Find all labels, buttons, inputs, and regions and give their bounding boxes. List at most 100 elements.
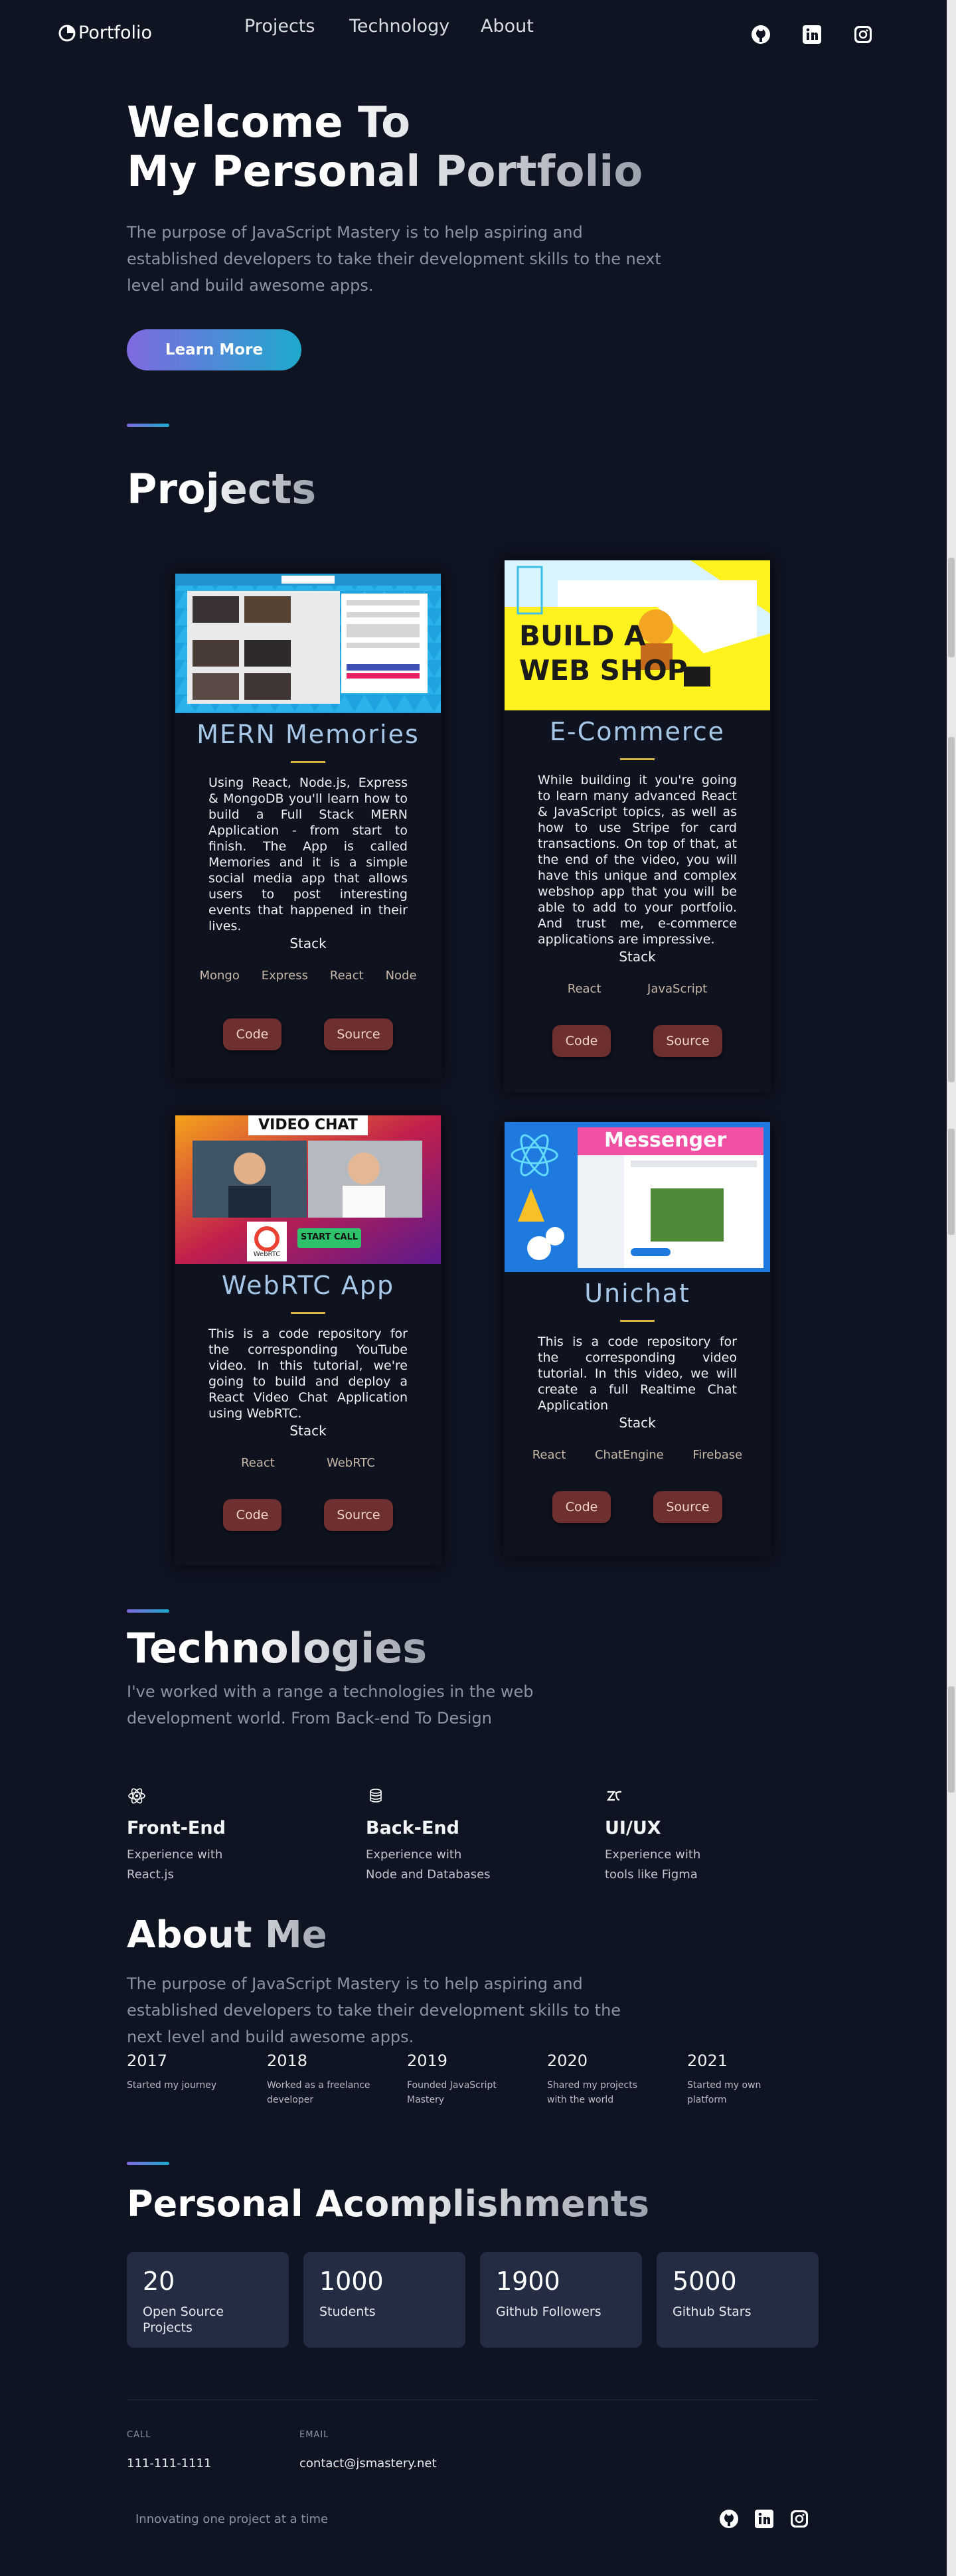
tech-desc-line: tools like Figma xyxy=(605,1868,698,1882)
footer-email-link[interactable]: contact@jsmastery.net xyxy=(299,2456,437,2470)
title-underline xyxy=(291,1312,325,1314)
banner-text-line2: WEB SHOP xyxy=(519,654,688,686)
project-description: Using React, Node.js, Express & MongoDB … xyxy=(208,775,408,933)
code-button[interactable]: Code xyxy=(552,1491,611,1523)
project-title: MERN Memories xyxy=(197,720,420,749)
banner-title: VIDEO CHAT xyxy=(258,1117,358,1133)
linkedin-icon[interactable] xyxy=(801,24,823,45)
project-description: This is a code repository for the corres… xyxy=(538,1334,737,1413)
timeline-text: Started my journey xyxy=(127,2080,217,2091)
instagram-icon[interactable] xyxy=(852,24,874,45)
page-scrollbar[interactable] xyxy=(947,0,956,2576)
project-title: E-Commerce xyxy=(550,717,725,746)
stat-number: 1900 xyxy=(496,2267,560,2296)
tech-item-uiux: UI/UX Experience with tools like Figma xyxy=(605,1786,700,1885)
tag: JavaScript xyxy=(647,982,708,996)
project-description: While building it you're going to learn … xyxy=(538,773,737,947)
section-divider xyxy=(127,2162,169,2165)
timeline-year: 2020 xyxy=(547,2052,588,2070)
site-logo[interactable]: Portfolio xyxy=(58,23,152,43)
code-button[interactable]: Code xyxy=(223,1018,281,1050)
timeline-year: 2019 xyxy=(407,2052,448,2070)
tag: Mongo xyxy=(199,969,240,983)
accomplishments-heading: Personal Acomplishments xyxy=(127,2183,649,2225)
tag-list: Mongo Express React Node xyxy=(175,969,441,983)
scrollbar-thumb[interactable] xyxy=(948,1,955,2)
banner-text-line1: BUILD A xyxy=(519,619,646,652)
stat-number: 5000 xyxy=(673,2267,737,2296)
tech-description: Experience with React.js xyxy=(127,1845,226,1885)
github-icon[interactable] xyxy=(718,2508,740,2530)
tag: React xyxy=(567,982,601,996)
github-icon[interactable] xyxy=(750,24,771,45)
stat-label: Github Stars xyxy=(673,2304,752,2319)
stat-label: Open Source Projects xyxy=(143,2304,224,2335)
footer-divider xyxy=(127,2399,817,2400)
hero-description: The purpose of JavaScript Mastery is to … xyxy=(127,223,661,295)
stat-number: 1000 xyxy=(319,2267,384,2296)
scrollbar-thumb[interactable] xyxy=(948,558,955,657)
tag: React xyxy=(329,969,364,983)
project-title: Unichat xyxy=(584,1279,690,1308)
learn-more-button[interactable]: Learn More xyxy=(127,329,301,370)
tag-list: React JavaScript xyxy=(505,982,770,996)
code-button[interactable]: Code xyxy=(552,1025,611,1057)
stat-label: Students xyxy=(319,2304,376,2319)
project-card: MERN Memories Using React, Node.js, Expr… xyxy=(175,574,441,1078)
tech-title: Back-End xyxy=(366,1818,459,1838)
linkedin-icon[interactable] xyxy=(754,2508,775,2530)
tech-description: Experience with Node and Databases xyxy=(366,1845,491,1885)
source-button[interactable]: Source xyxy=(653,1491,722,1523)
project-image-webrtc: VIDEO CHAT START CALL WebRTC xyxy=(175,1115,441,1264)
timeline-year: 2018 xyxy=(267,2052,308,2070)
card-buttons: Code Source xyxy=(505,1025,770,1057)
footer-phone-link[interactable]: 111-111-1111 xyxy=(127,2456,212,2470)
tech-item-backend: Back-End Experience with Node and Databa… xyxy=(366,1786,491,1885)
project-image-ecommerce: BUILD A WEB SHOP xyxy=(505,560,770,710)
footer-call-label: CALL xyxy=(127,2430,151,2440)
source-button[interactable]: Source xyxy=(653,1025,722,1057)
about-description: The purpose of JavaScript Mastery is to … xyxy=(127,1974,621,2046)
card-buttons: Code Source xyxy=(175,1499,441,1531)
project-description: This is a code repository for the corres… xyxy=(208,1327,408,1421)
project-card: Messenger Unichat This is a code reposit… xyxy=(505,1122,770,1556)
tech-title: Front-End xyxy=(127,1818,226,1838)
source-button[interactable]: Source xyxy=(324,1499,393,1531)
tag: Express xyxy=(261,969,309,983)
memories-screenshot xyxy=(175,574,441,713)
tech-description: Experience with tools like Figma xyxy=(605,1845,700,1885)
stack-label: Stack xyxy=(289,1423,327,1439)
nav-link-projects[interactable]: Projects xyxy=(244,16,315,37)
about-heading: About Me xyxy=(127,1913,327,1957)
tag: Node xyxy=(385,969,417,983)
title-underline xyxy=(620,758,655,760)
card-buttons: Code Source xyxy=(505,1491,770,1523)
title-underline xyxy=(620,1320,655,1322)
banner-messenger-text: Messenger xyxy=(604,1129,727,1152)
tag-list: React WebRTC xyxy=(175,1456,441,1470)
section-divider xyxy=(127,424,169,427)
project-image-memories xyxy=(175,574,441,713)
instagram-icon[interactable] xyxy=(789,2508,810,2530)
tag: WebRTC xyxy=(326,1456,375,1470)
hero-title: Welcome To My Personal Portfolio xyxy=(127,98,643,197)
timeline-year: 2017 xyxy=(127,2052,168,2070)
timeline-text: Shared my projects with the world xyxy=(547,2080,637,2105)
nav-link-technology[interactable]: Technology xyxy=(349,16,449,37)
hero-title-line2: My Personal Portfolio xyxy=(127,147,643,197)
project-card: BUILD A WEB SHOP E-Commerce While buildi… xyxy=(505,560,770,1091)
react-atom-icon xyxy=(128,1788,145,1804)
code-button[interactable]: Code xyxy=(223,1499,281,1531)
tag: Firebase xyxy=(692,1448,743,1462)
stack-label: Stack xyxy=(619,1415,656,1431)
tech-desc-line: Experience with xyxy=(127,1848,223,1862)
tag: React xyxy=(532,1448,566,1462)
source-button[interactable]: Source xyxy=(324,1018,393,1050)
technologies-heading: Technologies xyxy=(127,1624,428,1672)
banner-webrtc-logo-text: WebRTC xyxy=(253,1251,281,1258)
stat-label: Github Followers xyxy=(496,2304,601,2319)
tech-desc-line: React.js xyxy=(127,1868,174,1882)
timeline-text: Worked as a freelance developer xyxy=(267,2080,370,2105)
tech-desc-line: Node and Databases xyxy=(366,1868,491,1882)
nav-link-about[interactable]: About xyxy=(481,16,534,37)
